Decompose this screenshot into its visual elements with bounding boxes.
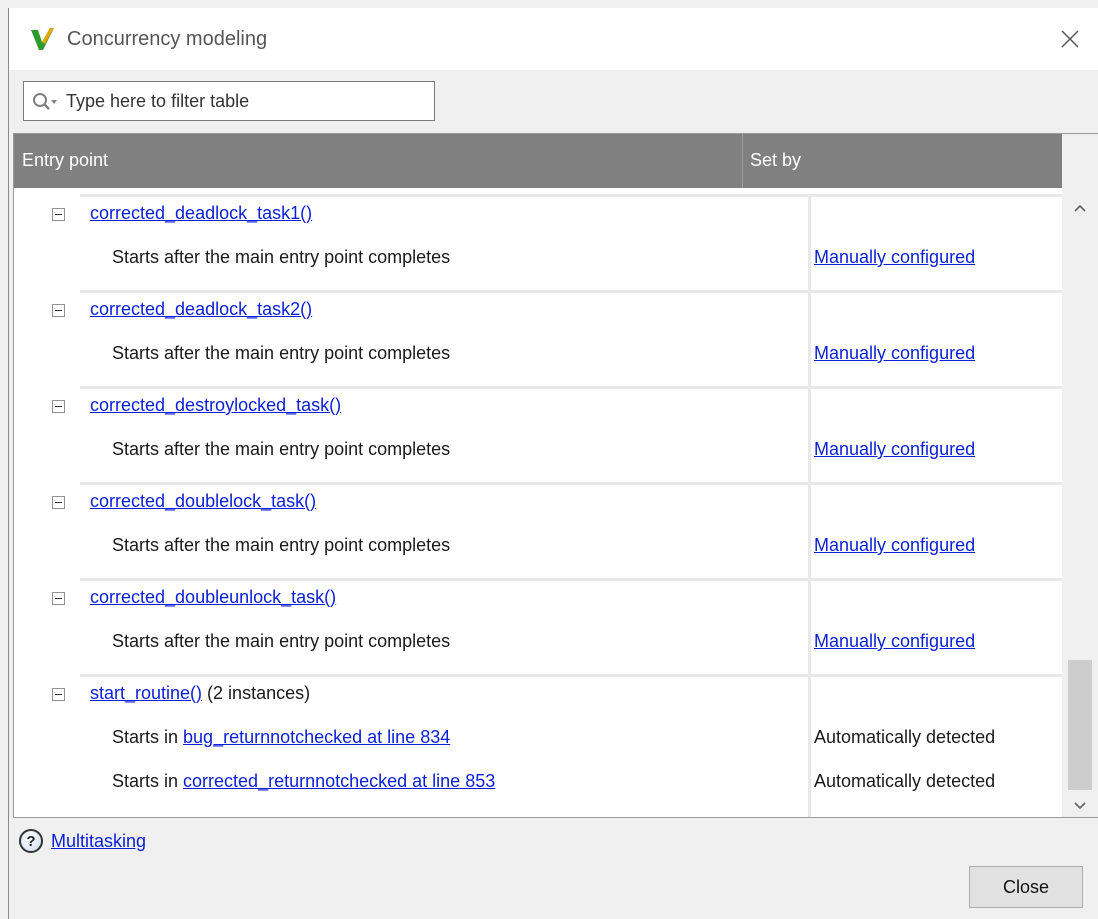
close-icon[interactable] — [1051, 20, 1089, 58]
manually-configured-link[interactable]: Manually configured — [814, 343, 975, 363]
column-divider — [808, 389, 811, 482]
multitasking-help-link[interactable]: Multitasking — [51, 831, 146, 852]
table-body: corrected_deadlock_task1() Starts after … — [14, 188, 1062, 817]
detail-prefix: Starts in — [112, 727, 184, 747]
help-icon[interactable]: ? — [19, 829, 43, 853]
table-row-group: corrected_destroylocked_task() Starts af… — [52, 386, 1062, 482]
set-by-cell: Manually configured — [814, 535, 975, 561]
chevron-up-icon[interactable] — [1062, 196, 1098, 220]
collapse-toggle-icon[interactable] — [52, 688, 65, 701]
source-location-link[interactable]: corrected_returnnotchecked at line 853 — [183, 771, 495, 791]
entry-point-detail: Starts after the main entry point comple… — [112, 439, 451, 459]
column-divider — [808, 677, 811, 817]
manually-configured-link[interactable]: Manually configured — [814, 535, 975, 555]
vertical-scrollbar[interactable] — [1062, 134, 1098, 817]
collapse-toggle-icon[interactable] — [52, 208, 65, 221]
manually-configured-link[interactable]: Manually configured — [814, 631, 975, 651]
entry-point-link[interactable]: corrected_destroylocked_task() — [90, 395, 341, 415]
table-row-group: start_routine() (2 instances) Starts in … — [52, 674, 1062, 817]
entry-point-link[interactable]: corrected_doubleunlock_task() — [90, 587, 336, 607]
source-location-link[interactable]: bug_returnnotchecked at line 834 — [183, 727, 450, 747]
set-by-cell: Manually configured — [814, 343, 975, 369]
manually-configured-link[interactable]: Manually configured — [814, 439, 975, 459]
entry-point-row: start_routine() (2 instances) — [90, 683, 310, 709]
entry-point-detail: Starts after the main entry point comple… — [112, 631, 451, 651]
entry-point-row: corrected_doublelock_task() — [90, 491, 316, 517]
collapse-toggle-icon[interactable] — [52, 496, 65, 509]
entry-point-link[interactable]: corrected_doublelock_task() — [90, 491, 316, 511]
search-icon[interactable] — [32, 92, 58, 112]
collapse-toggle-icon[interactable] — [52, 592, 65, 605]
chevron-down-icon[interactable] — [1062, 794, 1098, 817]
set-by-cell: Manually configured — [814, 247, 975, 273]
column-divider — [808, 485, 811, 578]
entry-point-row: corrected_doubleunlock_task() — [90, 587, 336, 613]
entry-point-link[interactable]: corrected_deadlock_task2() — [90, 299, 312, 319]
entry-point-detail: Starts after the main entry point comple… — [112, 535, 451, 555]
collapse-toggle-icon[interactable] — [52, 400, 65, 413]
entry-point-detail: Starts after the main entry point comple… — [112, 247, 451, 267]
instance-count: (2 instances) — [202, 683, 311, 703]
entry-point-row: corrected_deadlock_task1() — [90, 203, 312, 229]
window-title: Concurrency modeling — [67, 28, 268, 50]
set-by-cell: Automatically detected — [814, 727, 996, 747]
entry-point-detail: Starts in bug_returnnotchecked at line 8… — [112, 727, 450, 753]
table-row-group: corrected_deadlock_task1() Starts after … — [52, 194, 1062, 290]
column-divider — [808, 293, 811, 386]
table-row-group: corrected_deadlock_task2() Starts after … — [52, 290, 1062, 386]
entry-point-link[interactable]: start_routine() — [90, 683, 202, 703]
filter-field[interactable] — [23, 81, 435, 121]
entry-point-detail: Starts after the main entry point comple… — [112, 343, 451, 363]
help-row: ? Multitasking — [19, 826, 146, 856]
filter-input[interactable] — [66, 86, 426, 116]
column-header-set-by[interactable]: Set by — [750, 150, 801, 171]
title-bar: Concurrency modeling — [9, 8, 1098, 70]
set-by-cell: Automatically detected — [814, 771, 996, 791]
entry-point-row: corrected_destroylocked_task() — [90, 395, 341, 421]
concurrency-modeling-dialog: Concurrency modeling Entry point Set by — [8, 8, 1098, 919]
close-button[interactable]: Close — [969, 866, 1083, 908]
detail-prefix: Starts in — [112, 771, 184, 791]
set-by-cell: Manually configured — [814, 439, 975, 465]
collapse-toggle-icon[interactable] — [52, 304, 65, 317]
table-row-group: corrected_doubleunlock_task() Starts aft… — [52, 578, 1062, 674]
set-by-cell: Manually configured — [814, 631, 975, 657]
entry-point-table: Entry point Set by corrected_deadlock_ta… — [13, 133, 1098, 818]
polyspace-logo-icon — [31, 28, 54, 50]
column-divider — [742, 134, 743, 188]
scrollbar-thumb[interactable] — [1068, 660, 1092, 790]
entry-point-row: corrected_deadlock_task2() — [90, 299, 312, 325]
column-header-entry-point[interactable]: Entry point — [22, 150, 108, 171]
entry-point-detail: Starts in corrected_returnnotchecked at … — [112, 771, 495, 797]
column-divider — [808, 197, 811, 290]
column-divider — [808, 581, 811, 674]
table-row-group: corrected_doublelock_task() Starts after… — [52, 482, 1062, 578]
table-header: Entry point Set by — [14, 134, 1062, 188]
entry-point-link[interactable]: corrected_deadlock_task1() — [90, 203, 312, 223]
manually-configured-link[interactable]: Manually configured — [814, 247, 975, 267]
